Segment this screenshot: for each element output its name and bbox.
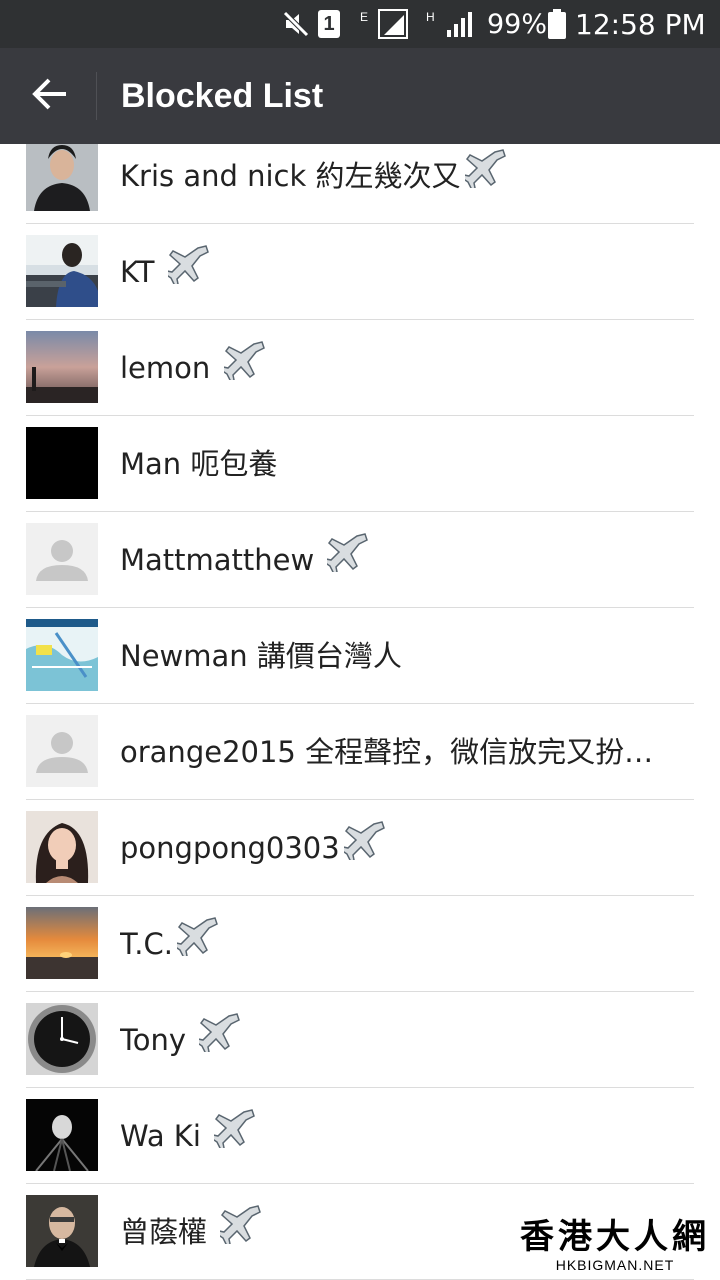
- clock: 12:58 PM: [575, 7, 706, 41]
- contact-name: Man 呃包養: [120, 447, 278, 481]
- list-item[interactable]: Mattmatthew: [0, 512, 720, 608]
- blocked-list: Kris and nick 約左幾次又 KT lemon Man 呃包養 Mat…: [0, 144, 720, 1280]
- avatar: [26, 1195, 98, 1267]
- avatar: [26, 811, 98, 883]
- default-avatar-icon: [26, 523, 98, 595]
- back-button[interactable]: [16, 62, 84, 130]
- airplane-icon: [210, 1090, 258, 1184]
- battery-percent: 99%: [487, 8, 548, 40]
- arrow-left-icon: [32, 78, 68, 114]
- avatar: [26, 427, 98, 499]
- airplane-icon: [339, 802, 388, 896]
- list-item[interactable]: lemon: [0, 320, 720, 416]
- battery-icon: [548, 0, 566, 48]
- page-title: Blocked List: [121, 77, 324, 115]
- contact-name: orange2015 全程聲控，微信放完又扮…: [120, 735, 654, 769]
- list-item[interactable]: pongpong0303: [0, 800, 720, 896]
- airplane-icon: [323, 514, 371, 608]
- list-item[interactable]: Wa Ki: [0, 1088, 720, 1184]
- list-item[interactable]: orange2015 全程聲控，微信放完又扮…: [0, 704, 720, 800]
- list-item[interactable]: KT: [0, 224, 720, 320]
- avatar: [26, 1003, 98, 1075]
- list-item[interactable]: Newman 講價台灣人: [0, 608, 720, 704]
- contact-name: 曾蔭權: [120, 1184, 264, 1280]
- avatar: [26, 331, 98, 403]
- avatar: [26, 1099, 98, 1171]
- airplane-icon: [460, 144, 509, 224]
- avatar: [26, 619, 98, 691]
- watermark: 香港大人網 HKBIGMAN.NET: [520, 1218, 710, 1274]
- avatar: [26, 907, 98, 979]
- watermark-text-en: HKBIGMAN.NET: [555, 1257, 675, 1273]
- list-item[interactable]: Man 呃包養: [0, 416, 720, 512]
- contact-name: lemon: [120, 320, 268, 416]
- signal-h-icon: H: [426, 0, 475, 48]
- avatar: [26, 235, 98, 307]
- airplane-icon: [216, 1186, 264, 1280]
- contact-name: KT: [120, 224, 212, 320]
- contact-name: pongpong0303: [120, 800, 388, 896]
- status-bar: 1 E H 99% 12:58 PM: [0, 0, 720, 48]
- contact-name: Tony: [120, 992, 243, 1088]
- avatar: [26, 144, 98, 211]
- list-item[interactable]: Kris and nick 約左幾次又: [0, 144, 720, 224]
- contact-name: Wa Ki: [120, 1088, 258, 1184]
- airplane-icon: [195, 994, 243, 1088]
- airplane-icon: [172, 898, 221, 992]
- airplane-icon: [163, 226, 212, 320]
- default-avatar-icon: [26, 715, 98, 787]
- signal-e-icon: E: [360, 0, 409, 48]
- contact-name: Kris and nick 約左幾次又: [120, 144, 509, 224]
- mute-icon: [282, 0, 310, 48]
- contact-name: Newman 講價台灣人: [120, 639, 402, 673]
- contact-name: Mattmatthew: [120, 512, 371, 608]
- toolbar-divider: [96, 72, 97, 120]
- sim-1-icon: 1: [318, 0, 340, 48]
- contact-name: T.C.: [120, 896, 221, 992]
- watermark-text-cn: 香港大人網: [520, 1217, 710, 1257]
- list-item[interactable]: Tony: [0, 992, 720, 1088]
- list-item[interactable]: T.C.: [0, 896, 720, 992]
- airplane-icon: [219, 322, 268, 416]
- toolbar: Blocked List: [0, 48, 720, 144]
